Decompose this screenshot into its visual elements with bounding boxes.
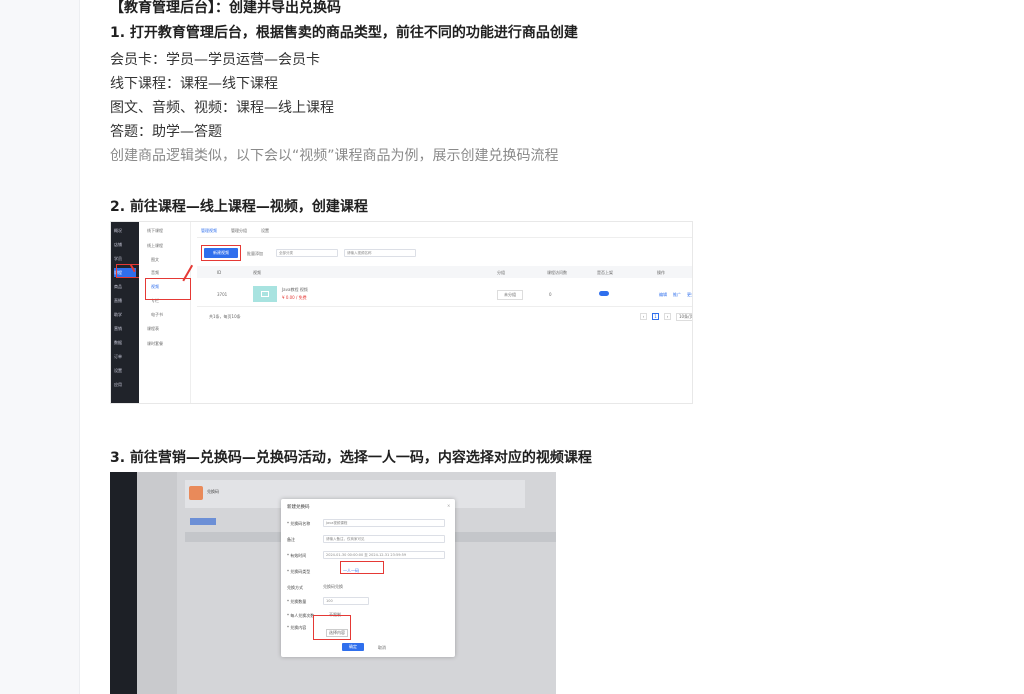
more-link[interactable]: 更多 bbox=[687, 292, 692, 298]
confirm-button[interactable]: 确定 bbox=[342, 643, 364, 651]
sidebar-item-settings: 设置 bbox=[114, 368, 122, 373]
pagination-page[interactable]: 1 bbox=[652, 313, 659, 320]
note-text: 创建商品逻辑类似，以下会以“视频”课程商品为例，展示创建兑换码流程 bbox=[110, 148, 559, 164]
field-method-value[interactable]: 兑换码兑换 bbox=[323, 584, 343, 590]
col-id: ID bbox=[217, 270, 222, 275]
field-method-label: 兑换方式 bbox=[287, 585, 303, 590]
row-divider bbox=[197, 306, 692, 307]
row-group-tag: 未分组 bbox=[497, 290, 523, 300]
col-video: 视频 bbox=[253, 270, 261, 275]
submenu-ebook: 电子书 bbox=[151, 312, 163, 317]
tab-divider bbox=[197, 237, 692, 238]
submenu-package: 课时套餐 bbox=[147, 341, 163, 346]
sidebar-item-apps: 应用 bbox=[114, 382, 122, 387]
highlight-video-menu bbox=[145, 278, 191, 300]
col-visits: 课程访问数 bbox=[547, 270, 567, 275]
highlight-new-video bbox=[201, 245, 241, 261]
field-time-input[interactable]: 2024-01-30 00:00:00 至 2024-12-31 23:59:5… bbox=[323, 551, 445, 559]
submenu-offline: 线下课程 bbox=[147, 228, 163, 233]
publish-toggle[interactable] bbox=[599, 291, 609, 296]
field-remark-label: 备注 bbox=[287, 537, 295, 542]
highlight-content bbox=[313, 615, 351, 640]
field-remark-input[interactable]: 请输入备注，仅商家可见 bbox=[323, 535, 445, 543]
field-limit-label: * 每人兑换次数 bbox=[287, 613, 315, 618]
col-actions: 操作 bbox=[657, 270, 665, 275]
field-time-label: * 有效时间 bbox=[287, 553, 307, 558]
tab-manage-video[interactable]: 管理视频 bbox=[201, 228, 217, 234]
play-icon bbox=[261, 291, 269, 297]
field-quantity-input[interactable]: 100 bbox=[323, 597, 369, 605]
modal-close-icon[interactable]: × bbox=[447, 503, 450, 508]
redeem-icon bbox=[189, 486, 203, 500]
page-size-select[interactable]: 10条/页 bbox=[676, 313, 692, 321]
table-footer-summary: 共1条，每页10条 bbox=[209, 314, 241, 319]
new-redeem-code-modal: 新建兑换码 × * 兑换码名称 Java视频课程 备注 请输入备注，仅商家可见 … bbox=[281, 499, 455, 657]
submenu-schedule: 课程表 bbox=[147, 326, 159, 331]
pagination-prev[interactable]: ‹ bbox=[640, 313, 647, 320]
col-group: 分组 bbox=[497, 270, 505, 275]
screenshot-create-redeem-code: 兑换码 新建兑换码 × * 兑换码名称 Java视频课程 备注 请输入备注，仅商… bbox=[110, 472, 556, 694]
sidebar-item-overview: 概况 bbox=[114, 228, 122, 233]
tab-manage-group[interactable]: 管理分组 bbox=[231, 228, 247, 234]
sidebar-item-marketing: 营销 bbox=[114, 326, 122, 331]
edit-link[interactable]: 编辑 bbox=[659, 292, 667, 298]
new-activity-button[interactable] bbox=[190, 518, 216, 525]
field-quantity-label: * 兑换数量 bbox=[287, 599, 307, 604]
course-submenu: 线下课程 线上课程 图文 音频 视频 专栏 电子书 课程表 课时套餐 bbox=[139, 222, 191, 403]
table-header bbox=[197, 266, 692, 278]
video-search-input[interactable]: 请输入视频名称 bbox=[344, 249, 416, 257]
highlight-type bbox=[340, 561, 384, 574]
line-membership: 会员卡：学员—学员运营—会员卡 bbox=[110, 52, 320, 68]
redeem-header: 兑换码 bbox=[207, 489, 219, 494]
row-title: Java教程 视频 bbox=[282, 287, 308, 292]
sidebar-item-students: 学员 bbox=[114, 256, 122, 261]
sidebar-item-data: 数据 bbox=[114, 340, 122, 345]
video-thumbnail bbox=[253, 286, 277, 302]
row-price: ¥ 0.00 / 免费 bbox=[282, 295, 307, 300]
video-management-panel: 管理视频 管理分组 设置 新建视频 批量添加 全部分类 请输入视频名称 ID 视… bbox=[197, 222, 692, 403]
field-type-label: * 兑换码类型 bbox=[287, 569, 311, 574]
sidebar-item-store: 店铺 bbox=[114, 242, 122, 247]
marketing-submenu bbox=[137, 472, 177, 694]
sidebar-item-goods: 商品 bbox=[114, 284, 122, 289]
modal-title: 新建兑换码 bbox=[287, 505, 310, 510]
step-2-heading: 2. 前往课程—线上课程—视频，创建课程 bbox=[110, 199, 368, 215]
field-content-label: * 兑换内容 bbox=[287, 625, 307, 630]
field-name-label: * 兑换码名称 bbox=[287, 521, 311, 526]
pagination-next[interactable]: › bbox=[664, 313, 671, 320]
field-name-input[interactable]: Java视频课程 bbox=[323, 519, 445, 527]
sidebar-item-live: 直播 bbox=[114, 298, 122, 303]
line-online: 图文、音频、视频：课程—线上课程 bbox=[110, 100, 334, 116]
line-quiz: 答题：助学—答题 bbox=[110, 124, 222, 140]
tab-settings[interactable]: 设置 bbox=[261, 228, 269, 234]
step-3-heading: 3. 前往营销—兑换码—兑换码活动，选择一人一码，内容选择对应的视频课程 bbox=[110, 450, 592, 466]
doc-title: 【教育管理后台】：创建并导出兑换码 bbox=[110, 0, 341, 16]
batch-add-button[interactable]: 批量添加 bbox=[247, 251, 263, 257]
col-published: 是否上架 bbox=[597, 270, 613, 275]
admin-dark-sidebar-2 bbox=[110, 472, 137, 694]
sidebar-item-orders: 订单 bbox=[114, 354, 122, 359]
sidebar-item-learning: 助学 bbox=[114, 312, 122, 317]
submenu-article: 图文 bbox=[151, 257, 159, 262]
admin-dark-sidebar: 概况 店铺 学员 课程 商品 直播 助学 营销 数据 订单 设置 应用 bbox=[111, 222, 139, 403]
submenu-online: 线上课程 bbox=[147, 243, 163, 248]
left-margin-strip bbox=[0, 0, 80, 694]
promote-link[interactable]: 推广 bbox=[673, 292, 681, 298]
row-count: 0 bbox=[549, 292, 552, 297]
step-1-heading: 1. 打开教育管理后台，根据售卖的商品类型，前往不同的功能进行商品创建 bbox=[110, 25, 578, 41]
line-offline: 线下课程：课程—线下课程 bbox=[110, 76, 278, 92]
cancel-button[interactable]: 取消 bbox=[378, 645, 386, 651]
screenshot-create-video-course: 概况 店铺 学员 课程 商品 直播 助学 营销 数据 订单 设置 应用 线下课程… bbox=[110, 221, 693, 404]
row-id: 3701 bbox=[217, 292, 228, 297]
submenu-audio: 音频 bbox=[151, 270, 159, 275]
category-select[interactable]: 全部分类 bbox=[276, 249, 338, 257]
